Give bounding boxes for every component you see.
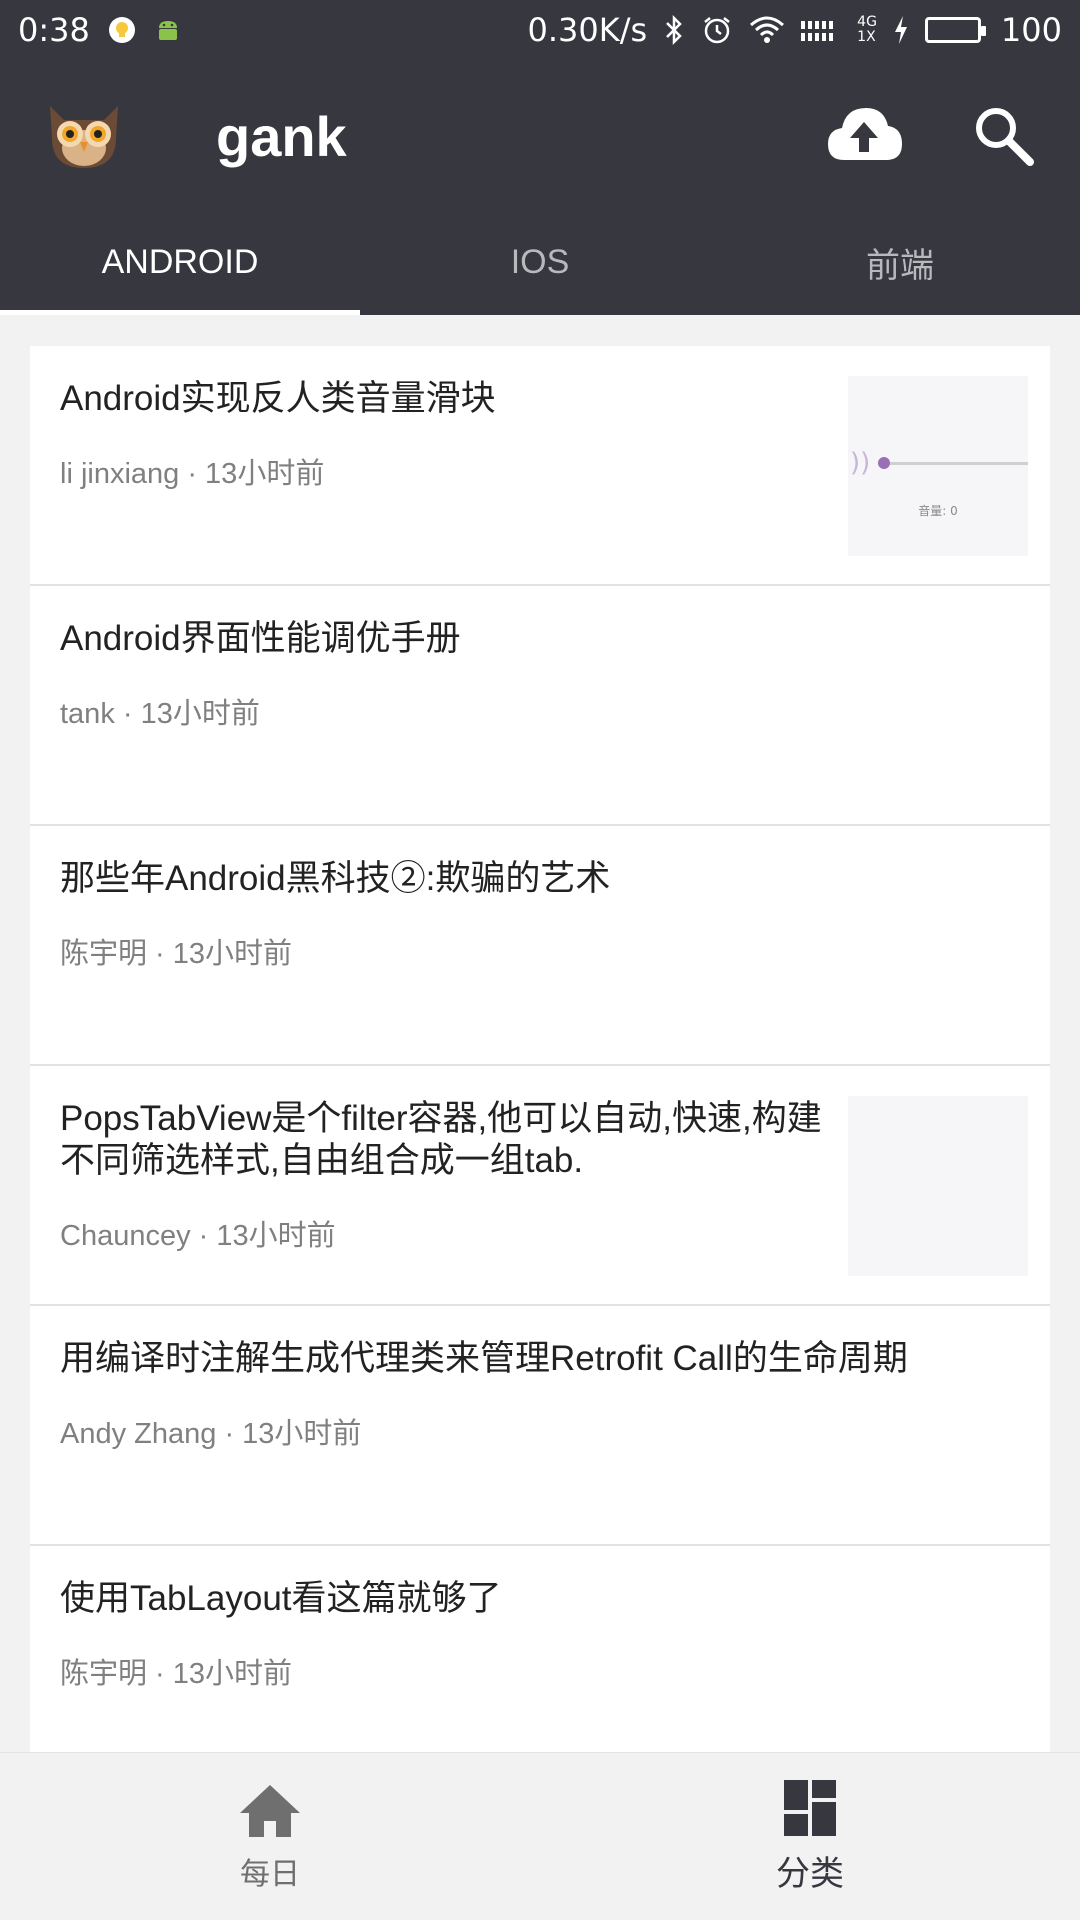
item-thumbnail (848, 1096, 1028, 1276)
network-type: 4G 1X (857, 14, 877, 45)
status-time: 0:38 (18, 11, 90, 49)
owl-icon[interactable] (44, 98, 124, 170)
item-meta: tank · 13小时前 (60, 698, 260, 730)
item-meta: 陈宇明 · 13小时前 (60, 1658, 293, 1690)
bluetooth-icon (663, 14, 685, 46)
item-thumbnail: )) 音量: 0 (848, 376, 1028, 556)
bulb-notification-icon (108, 16, 136, 44)
nav-category[interactable]: 分类 (540, 1753, 1080, 1920)
item-title: Android界面性能调优手册 (60, 619, 461, 658)
app-title: gank (216, 105, 347, 168)
battery-percent: 100 (1000, 11, 1062, 49)
item-meta: 陈宇明 · 13小时前 (60, 938, 293, 970)
wifi-icon (749, 15, 785, 45)
android-notification-icon (154, 16, 182, 44)
nav-daily[interactable]: 每日 (0, 1753, 540, 1920)
category-tabs: ANDROID IOS 前端 (0, 210, 1080, 315)
tab-ios[interactable]: IOS (360, 210, 720, 315)
charging-icon (893, 15, 909, 45)
net-speed: 0.30K/s (527, 11, 648, 49)
list-item[interactable]: 使用TabLayout看这篇就够了 陈宇明 · 13小时前 (30, 1546, 1050, 1766)
dashboard-icon (784, 1780, 836, 1836)
list-item[interactable]: Android界面性能调优手册 tank · 13小时前 (30, 586, 1050, 826)
item-title: 使用TabLayout看这篇就够了 (60, 1579, 502, 1618)
signal-icon (801, 15, 841, 45)
item-meta: Andy Zhang · 13小时前 (60, 1418, 362, 1450)
bottom-navigation: 每日 分类 (0, 1752, 1080, 1920)
article-list: Android实现反人类音量滑块 li jinxiang · 13小时前 )) … (30, 346, 1050, 1766)
list-item[interactable]: PopsTabView是个filter容器,他可以自动,快速,构建不同筛选样式,… (30, 1066, 1050, 1306)
tab-android[interactable]: ANDROID (0, 210, 360, 315)
tab-frontend[interactable]: 前端 (720, 210, 1080, 315)
item-title: 那些年Android黑科技②:欺骗的艺术 (60, 859, 611, 898)
search-icon[interactable] (972, 104, 1036, 168)
item-title: 用编译时注解生成代理类来管理Retrofit Call的生命周期 (60, 1339, 908, 1378)
cloud-upload-icon[interactable] (824, 100, 904, 170)
home-icon (240, 1784, 300, 1837)
volume-wave-icon: )) (850, 448, 871, 478)
nav-category-label: 分类 (776, 1855, 844, 1893)
nav-daily-label: 每日 (240, 1857, 300, 1891)
list-item[interactable]: 用编译时注解生成代理类来管理Retrofit Call的生命周期 Andy Zh… (30, 1306, 1050, 1546)
list-item[interactable]: 那些年Android黑科技②:欺骗的艺术 陈宇明 · 13小时前 (30, 826, 1050, 1066)
battery-icon (924, 17, 986, 43)
alarm-icon (701, 14, 733, 46)
list-item[interactable]: Android实现反人类音量滑块 li jinxiang · 13小时前 )) … (30, 346, 1050, 586)
item-title: Android实现反人类音量滑块 (60, 379, 496, 418)
item-title: PopsTabView是个filter容器,他可以自动,快速,构建不同筛选样式,… (60, 1099, 822, 1180)
thumbnail-slider-knob (878, 457, 890, 469)
thumbnail-label: 音量: 0 (918, 504, 958, 518)
status-bar: 0:38 0.30K/s 4G 1X 100 (0, 0, 1080, 60)
thumbnail-slider-track (882, 462, 1028, 465)
app-bar: gank (0, 60, 1080, 210)
